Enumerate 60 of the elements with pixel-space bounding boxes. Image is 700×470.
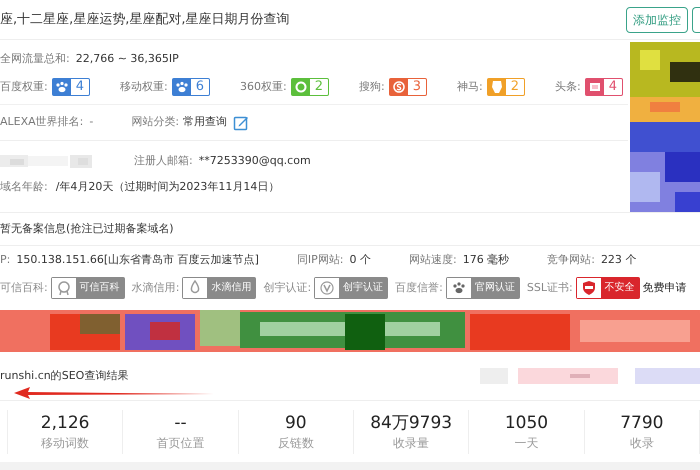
stat-label: 反链数 [278,434,314,452]
field-label: 水滴信用: [132,280,180,296]
field-label: 网站速度: [409,252,457,268]
field-label: 同IP网站: [296,252,344,268]
field-label: 百度信誉: [395,280,443,296]
record-info: 暂无备案信息(抢注已过期备案域名) [0,220,174,237]
badge-icon [318,279,336,297]
field-label: 网站分类: [131,114,180,130]
weight-badge[interactable]: 3 [388,78,427,96]
stat-label: 首页位置 [156,434,204,452]
stat-value: 7790 [620,412,664,434]
add-monitor-button[interactable]: 添加监控 [626,6,688,32]
weight-badge[interactable]: 4 [584,78,623,96]
field-label: 搜狗: [358,78,385,95]
seo-result-title: runshi.cn的SEO查询结果 [0,368,130,384]
page-title: 座,十二星座,星座运势,星座配对,星座日期月份查询 [0,10,291,29]
field-label: 百度权重: [0,78,48,95]
field-label: 头条: [554,78,581,95]
cert-badge[interactable]: 官网认证 [446,277,520,299]
field-value: 常用查询 [183,114,228,130]
field-value: 223 个 [600,252,636,268]
cut-button[interactable] [692,6,700,32]
field-label: SSL证书: [526,280,573,296]
field-label: 移动权重: [120,78,168,95]
stat-value: 90 [284,412,307,434]
cert-badge[interactable]: 不安全 [576,277,640,299]
field-value: **7253390@qq.com [198,152,311,169]
field-value: 0 个 [350,252,371,268]
field-label: 全网流量总和: [0,50,70,67]
field-label: 竞争网站: [547,252,595,268]
weight-badge[interactable]: 2 [290,78,329,96]
field-label: 可信百科: [0,280,48,296]
field-value: 22,766 ~ 36,365IP [76,50,179,67]
stat-value: 1050 [504,412,548,434]
cert-badge[interactable]: 创宇认证 [314,277,388,299]
field-label: 360权重: [240,78,287,95]
field-label: P: [0,252,10,268]
cert-badge[interactable]: 可信百科 [50,277,125,299]
field-label: 神马: [456,78,483,95]
field-label: 创宇认证: [263,280,312,296]
stat-label: 移动词数 [41,434,90,452]
stat-value: 84万9793 [370,412,452,434]
weight-badge[interactable]: 4 [52,78,90,96]
edit-icon[interactable] [233,114,250,130]
field-value: /年4月20天（过期时间为2023年11月14日） [56,178,280,195]
cert-badge[interactable]: 水滴信用 [182,277,256,299]
stat-value: -- [174,412,187,434]
stat-label: 收录 [630,434,654,452]
field-value: - [89,114,94,130]
stat-label: 收录量 [393,434,430,452]
field-value: 150.138.151.66[山东省青岛市 百度云加速节点] [16,252,259,268]
stat-label: 一天 [514,434,538,452]
field-label: 域名年龄: [0,178,48,195]
ssl-apply-link[interactable]: 免费申请 [642,280,687,296]
weight-badge[interactable]: 2 [486,78,525,96]
field-label: 注册人邮箱: [134,152,193,169]
field-value: 176 毫秒 [462,252,510,268]
weight-badge[interactable]: 6 [172,78,210,96]
field-label: ALEXA世界排名: [0,114,84,130]
stat-value: 2,126 [40,412,90,434]
